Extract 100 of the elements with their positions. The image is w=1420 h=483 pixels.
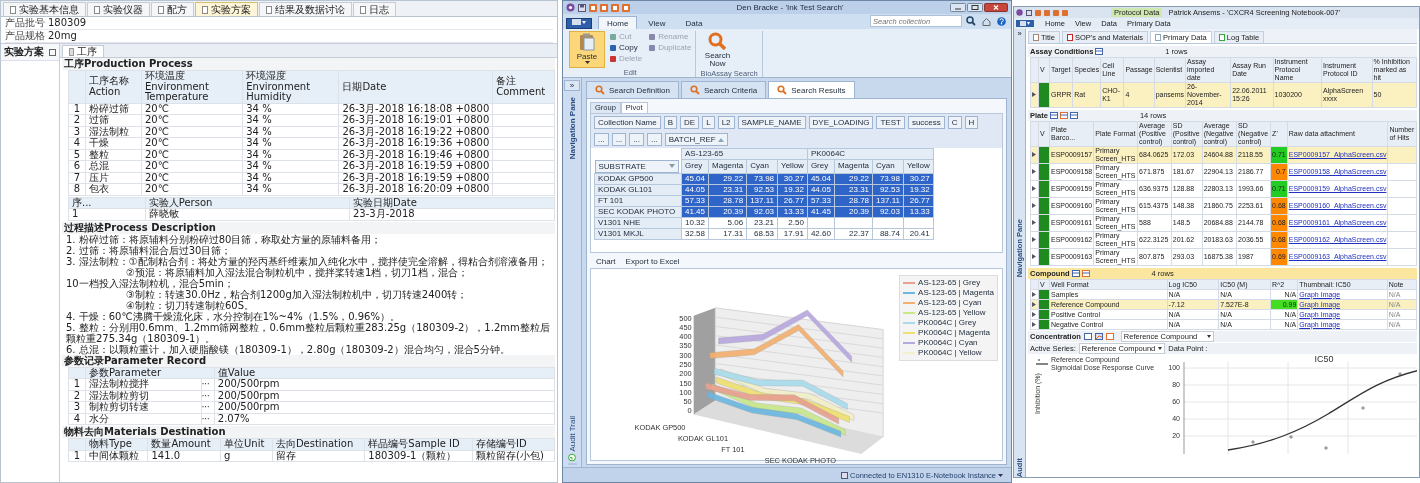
toolbar-button[interactable]: Chart (596, 256, 616, 266)
column-header: 实验人Person (145, 197, 350, 209)
table-cell: 26-3月-2018 16:19:22 +0800 (338, 126, 493, 138)
column-header: 值Value (214, 367, 555, 379)
tab[interactable]: 实验基本信息 (3, 2, 86, 16)
table-cell: 5.06 (708, 217, 747, 228)
sort-arrow-icon (717, 137, 724, 142)
table-cell: 28.78 (834, 195, 873, 206)
tab[interactable]: 工序 (62, 45, 104, 57)
row-number: 4 (68, 413, 86, 425)
table-cell: 20℃ (141, 126, 243, 138)
row-header[interactable]: FT 101 (594, 195, 682, 206)
field-button[interactable]: ... (611, 133, 627, 146)
field-button[interactable]: C (947, 116, 962, 129)
clipboard-icon (579, 33, 595, 51)
audit-trail-button[interactable]: Audit Trail (567, 414, 577, 465)
legend-label: PK0064C | Cyan (918, 337, 978, 348)
table-cell: 包衣 (85, 183, 142, 195)
field-button[interactable]: Collection Name (594, 116, 661, 129)
search-button[interactable]: Search Now (700, 31, 735, 69)
toolbar-button[interactable]: Export to Excel (625, 256, 680, 266)
table-cell: 26-3月-2018 16:19:59 +0800 (338, 172, 493, 184)
ribbon-button[interactable]: Copy (609, 42, 643, 53)
table-cell: 制粒剪切转速 (85, 401, 202, 413)
field-button[interactable]: ... (647, 133, 662, 146)
table-cell: 26-3月-2018 16:19:46 +0800 (338, 149, 493, 161)
field-button[interactable]: TEST (876, 116, 905, 129)
column-header: 工序名称Action (85, 70, 142, 103)
field-label: 产品规格 (5, 30, 45, 42)
table-cell: 34 % (242, 126, 339, 138)
table-cell: 整粒 (85, 149, 142, 161)
table-cell: 13.33 (903, 206, 934, 217)
field-button[interactable]: L (702, 116, 715, 129)
ribbon-tab[interactable]: Home (598, 16, 638, 29)
column-header: 序... (68, 197, 146, 209)
tab[interactable]: 实验方案 (195, 2, 258, 16)
field-button[interactable]: H (964, 116, 979, 129)
table-cell: 10.32 (681, 217, 709, 228)
legend-line-icon (1035, 363, 1049, 365)
row-header[interactable]: SEC KODAK PHOTO (594, 206, 682, 217)
table-cell: 141.0 (147, 450, 221, 462)
row-number: 3 (68, 126, 86, 138)
column-header: 参数Parameter (85, 367, 215, 379)
row-header[interactable]: KODAK GP500 (594, 173, 682, 184)
tab[interactable]: Search Criteria (680, 81, 767, 98)
table-cell: 26.77 (777, 195, 808, 206)
paste-button[interactable]: Paste (569, 31, 605, 68)
panel-title: 实验方案 (4, 45, 44, 59)
tab[interactable]: Search Definition (586, 81, 679, 98)
field-button[interactable]: DYE_LOADING (808, 116, 874, 129)
tab[interactable]: 日志 (353, 2, 396, 16)
app-menu-button[interactable] (1016, 20, 1034, 27)
table-cell: 34 % (242, 183, 339, 195)
tab[interactable]: 结果及数据讨论 (259, 2, 352, 16)
description-line: 10一档投入湿法制粒机，混合5min； (66, 277, 235, 289)
field-button[interactable]: ... (629, 133, 644, 146)
app-menu-button[interactable] (566, 18, 592, 29)
table-cell: 44.05 (807, 184, 835, 195)
close-icon (984, 3, 1008, 12)
legend-label: PK0064C | Magenta (918, 327, 990, 338)
table-icon (1049, 112, 1058, 119)
column-header: 数量Amount (147, 438, 221, 450)
description-line: 2. 过筛：将原辅料混合后过30目筛； (66, 244, 232, 256)
table-cell: 26-3月-2018 16:19:59 +0800 (338, 160, 493, 172)
row-header[interactable]: KODAK GL101 (594, 184, 682, 195)
field-button[interactable]: ... (594, 133, 609, 146)
tab[interactable]: 实验仪器 (87, 2, 150, 16)
tab[interactable]: Search Results (768, 81, 855, 98)
table-cell: 73.98 (746, 173, 778, 184)
caret-icon (584, 61, 590, 64)
field-button[interactable]: B (663, 116, 678, 129)
table-cell: 68.53 (746, 228, 778, 239)
table-cell: 34 % (242, 114, 339, 126)
description-line: ②预混：将原辅料加入湿法混合制粒机中，搅拌桨转速1档，切刀1档，混合； (125, 266, 468, 278)
table-cell: 干燥 (85, 137, 142, 149)
expand-button[interactable]: » (564, 80, 580, 91)
ribbon-tab[interactable]: Data (676, 16, 712, 29)
ribbon-tab[interactable]: View (639, 16, 675, 29)
description-line: ④制粒：切刀转速制粒60S。 (125, 299, 255, 311)
table-icon (1095, 48, 1104, 55)
minimize-icon (950, 3, 966, 12)
table-icon (1071, 270, 1080, 277)
row-number: 3 (68, 401, 86, 413)
field-button[interactable]: success (907, 116, 945, 129)
field-button[interactable]: BATCH_REF (664, 133, 728, 146)
document-icon (158, 5, 164, 14)
table-cell: 23-3月-2018 (349, 208, 555, 220)
field-button[interactable]: DE (680, 116, 700, 129)
maximize-icon (967, 3, 983, 12)
field-button[interactable]: SAMPLE_NAME (737, 116, 806, 129)
menu-icon (1020, 21, 1030, 26)
field-button[interactable]: L2 (717, 116, 735, 129)
table-cell: 44.05 (681, 184, 709, 195)
row-header[interactable]: V1301 MKJL (594, 228, 682, 239)
row-header[interactable]: V1301 NHE (594, 217, 682, 228)
navigation-pane-button[interactable]: Navigation Pane (567, 95, 577, 162)
description-line: 6. 总混：以颗粒重计，加入硬脂酸镁（180309-1），2.80g（180309-2）混合均匀，混合5分钟。 (66, 343, 511, 355)
table-cell: 29.22 (834, 173, 873, 184)
tab[interactable]: 配方 (151, 2, 194, 16)
clock-icon (568, 454, 576, 462)
